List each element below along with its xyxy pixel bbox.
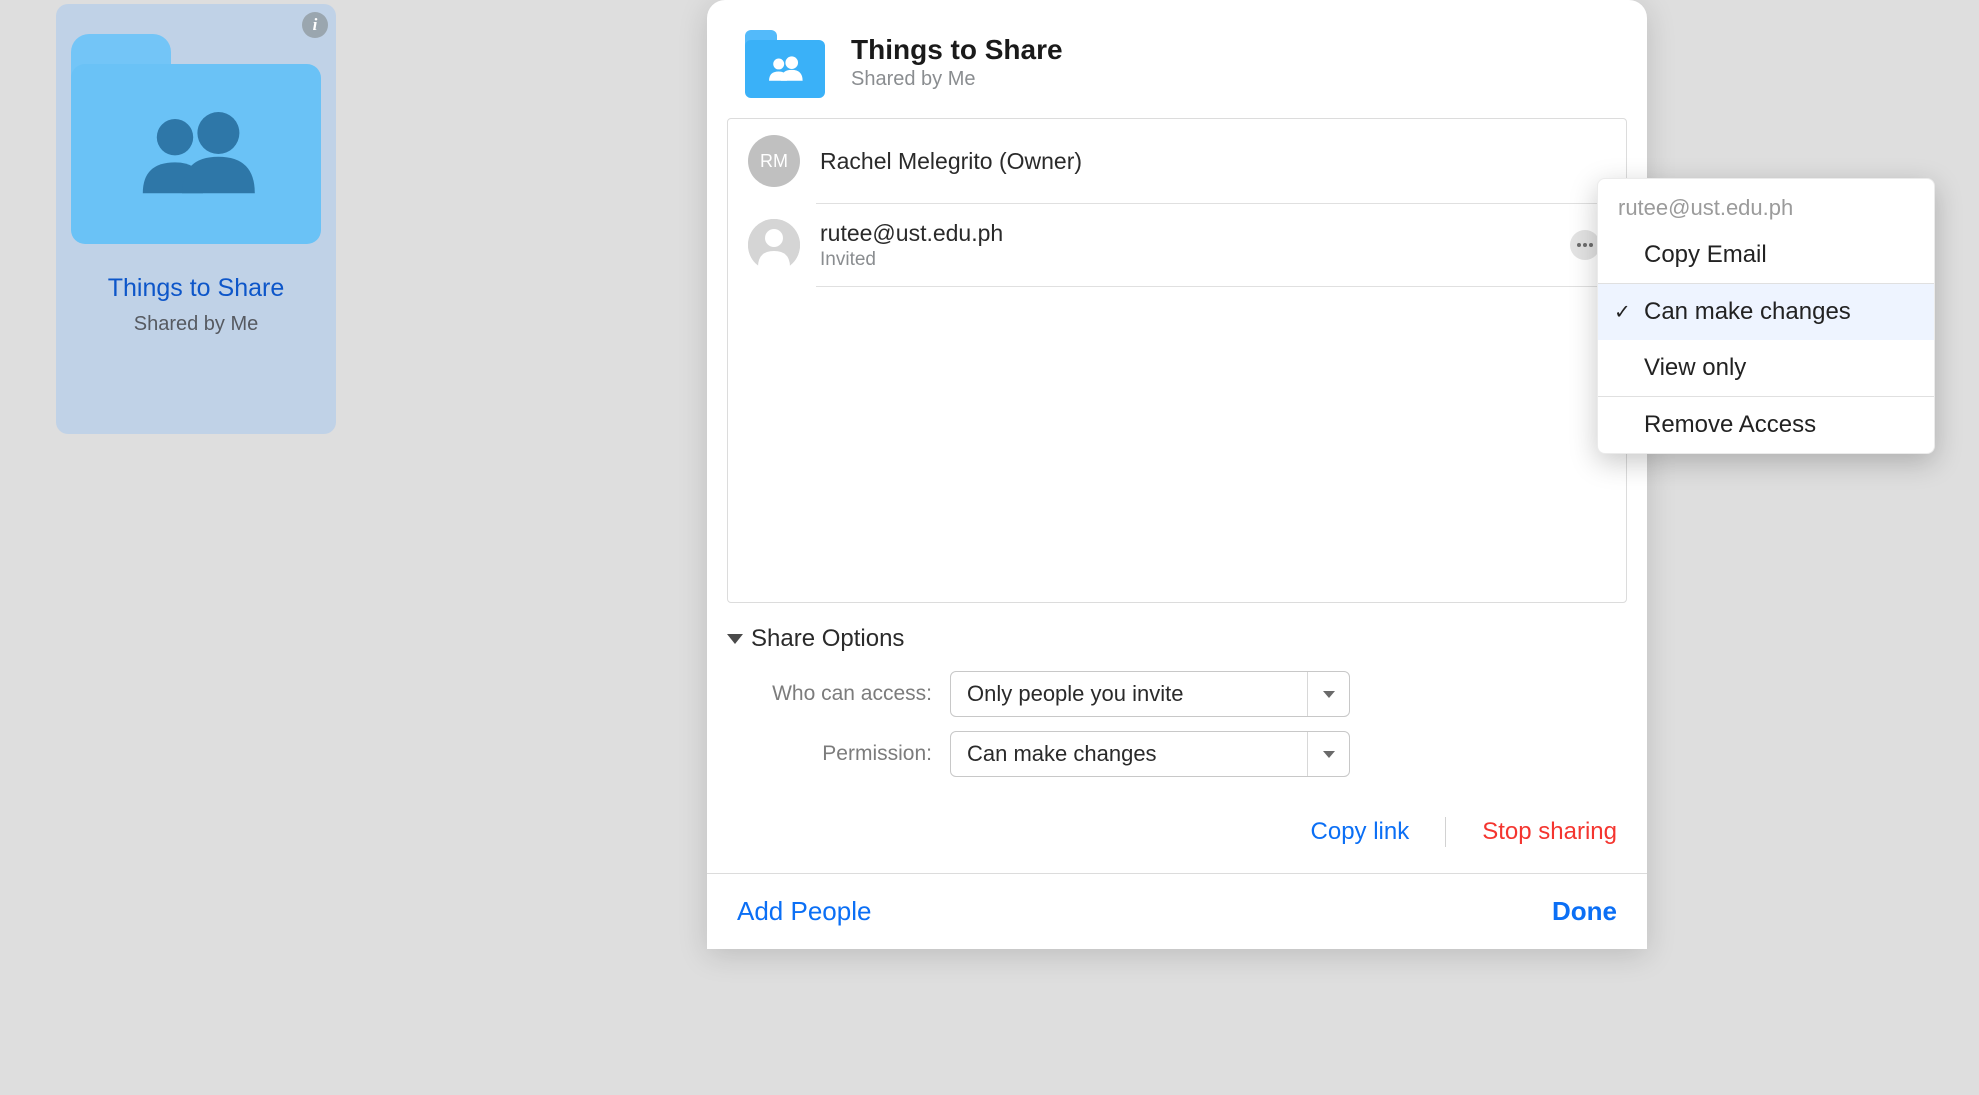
participant-name: rutee@ust.edu.ph xyxy=(820,220,1550,247)
permission-label: Permission: xyxy=(727,742,932,766)
share-options-section: Share Options Who can access: Only peopl… xyxy=(707,603,1647,777)
share-dialog: Things to Share Shared by Me RM Rachel M… xyxy=(707,0,1647,949)
chevron-down-icon xyxy=(1323,751,1335,758)
who-can-access-label: Who can access: xyxy=(727,682,932,706)
person-icon xyxy=(748,219,800,271)
participant-name: Rachel Melegrito (Owner) xyxy=(820,148,1606,175)
view-only-item[interactable]: View only xyxy=(1598,340,1934,396)
shared-folder-icon xyxy=(745,30,825,94)
chevron-down-icon xyxy=(1323,691,1335,698)
add-people-button[interactable]: Add People xyxy=(737,896,871,927)
select-value: Only people you invite xyxy=(951,681,1307,707)
dialog-header: Things to Share Shared by Me xyxy=(707,0,1647,118)
dialog-title: Things to Share xyxy=(851,33,1063,67)
select-value: Can make changes xyxy=(951,741,1307,767)
folder-tile-subtitle: Shared by Me xyxy=(134,313,259,336)
participant-context-menu: rutee@ust.edu.ph Copy Email ✓ Can make c… xyxy=(1597,178,1935,454)
can-make-changes-item[interactable]: ✓ Can make changes xyxy=(1598,284,1934,340)
more-options-button[interactable] xyxy=(1570,230,1600,260)
context-item-label: Can make changes xyxy=(1644,298,1851,325)
copy-link-button[interactable]: Copy link xyxy=(1311,818,1410,846)
dialog-actions: Copy link Stop sharing xyxy=(707,791,1647,874)
dialog-subtitle: Shared by Me xyxy=(851,68,1063,91)
permission-select[interactable]: Can make changes xyxy=(950,731,1350,777)
participant-row: rutee@ust.edu.ph Invited xyxy=(728,203,1626,287)
dialog-footer: Add People Done xyxy=(707,874,1647,949)
participants-list: RM Rachel Melegrito (Owner) rutee@ust.ed… xyxy=(727,118,1627,603)
divider xyxy=(1445,817,1446,847)
checkmark-icon: ✓ xyxy=(1614,300,1631,325)
avatar: RM xyxy=(748,135,800,187)
share-options-toggle[interactable]: Share Options xyxy=(727,625,1627,653)
stop-sharing-button[interactable]: Stop sharing xyxy=(1482,818,1617,846)
who-can-access-select[interactable]: Only people you invite xyxy=(950,671,1350,717)
folder-tile-title: Things to Share xyxy=(108,274,285,303)
participant-status: Invited xyxy=(820,249,1550,271)
people-icon xyxy=(764,55,806,83)
chevron-down-icon xyxy=(727,634,743,644)
shared-folder-icon xyxy=(71,34,321,234)
copy-email-item[interactable]: Copy Email xyxy=(1598,227,1934,283)
remove-access-item[interactable]: Remove Access xyxy=(1598,397,1934,453)
share-options-label: Share Options xyxy=(751,625,904,653)
participant-row: RM Rachel Melegrito (Owner) xyxy=(728,119,1626,203)
people-icon xyxy=(126,109,266,199)
avatar xyxy=(748,219,800,271)
context-menu-header: rutee@ust.edu.ph xyxy=(1598,179,1934,227)
folder-tile[interactable]: i Things to Share Shared by Me xyxy=(56,4,336,434)
done-button[interactable]: Done xyxy=(1552,896,1617,927)
